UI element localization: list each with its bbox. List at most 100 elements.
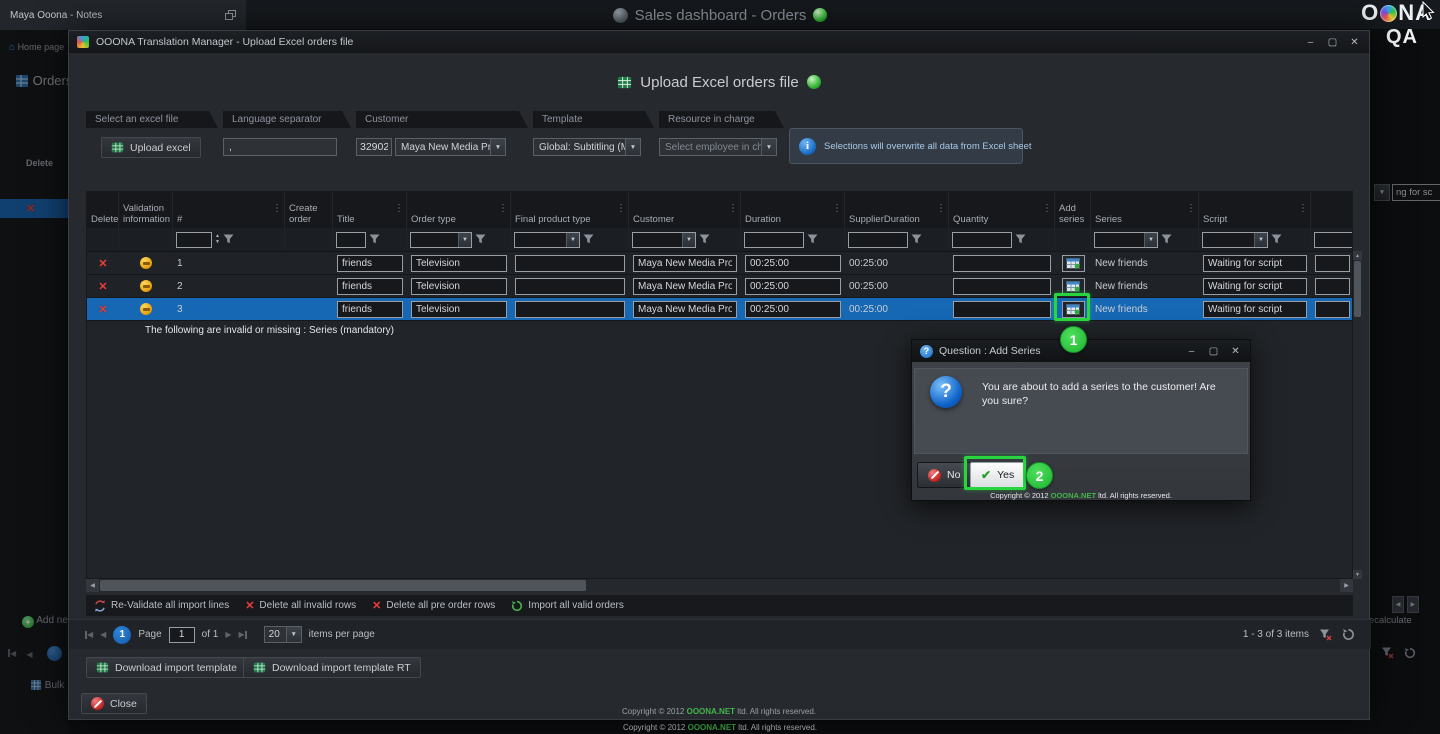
close-icon[interactable]: ✕	[1348, 37, 1361, 48]
import-valid-button[interactable]: Import all valid orders	[511, 600, 624, 612]
download-template-button[interactable]: Download import template	[86, 657, 247, 678]
delete-row-icon[interactable]: ✕	[98, 280, 107, 293]
quantity-input[interactable]	[953, 278, 1051, 295]
delete-preorder-button[interactable]: ✕ Delete all pre order rows	[372, 599, 495, 612]
column-menu-icon[interactable]: ⋮	[616, 203, 626, 215]
filter-funnel-icon[interactable]	[1271, 234, 1282, 245]
col-quantity[interactable]: Quantity⋮	[949, 192, 1055, 228]
col-duration[interactable]: Duration⋮	[741, 192, 845, 228]
customer-input[interactable]	[633, 255, 737, 272]
filter-supplier-duration-input[interactable]	[849, 233, 907, 247]
filter-order-type-input[interactable]	[411, 233, 458, 247]
delete-invalid-button[interactable]: ✕ Delete all invalid rows	[245, 599, 356, 612]
partial-input[interactable]	[1315, 255, 1350, 272]
duration-input[interactable]	[745, 278, 841, 295]
script-input[interactable]	[1203, 278, 1307, 295]
customer-dropdown[interactable]: Maya New Media Pr... ▼	[395, 138, 506, 156]
chevron-down-icon[interactable]: ▼	[566, 233, 579, 247]
add-series-button[interactable]	[1062, 278, 1085, 295]
filter-duration-input[interactable]	[745, 233, 803, 247]
chevron-down-icon[interactable]: ▼	[458, 233, 471, 247]
final-product-type-input[interactable]	[515, 278, 625, 295]
next-page-button[interactable]: ▶	[225, 630, 231, 639]
filter-number-input[interactable]	[177, 233, 211, 247]
column-menu-icon[interactable]: ⋮	[1042, 203, 1052, 215]
filter-funnel-icon[interactable]	[807, 234, 818, 245]
column-menu-icon[interactable]: ⋮	[1186, 203, 1196, 215]
chevron-down-icon[interactable]: ▼	[286, 627, 301, 642]
col-final-product-type[interactable]: Final product type⋮	[511, 192, 629, 228]
customer-input[interactable]	[633, 301, 737, 318]
first-page-button[interactable]: ◀	[85, 630, 93, 639]
table-row[interactable]: ✕ 1 00:25:00 New friends	[87, 252, 1353, 275]
scroll-up-icon[interactable]: ▲	[1353, 251, 1362, 260]
chevron-down-icon[interactable]: ▼	[761, 139, 776, 155]
column-menu-icon[interactable]: ⋮	[728, 203, 738, 215]
filter-funnel-icon[interactable]	[911, 234, 922, 245]
order-type-input[interactable]	[411, 301, 507, 318]
delete-row-icon[interactable]: ✕	[98, 303, 107, 316]
column-menu-icon[interactable]: ⋮	[272, 203, 282, 215]
template-dropdown[interactable]: Global: Subtitling (Ma... ▼	[533, 138, 641, 156]
horizontal-scrollbar[interactable]: ◀ ▶	[86, 579, 1353, 592]
scrollbar-thumb[interactable]	[1354, 261, 1361, 317]
maximize-icon[interactable]: ▢	[1326, 37, 1339, 48]
order-type-input[interactable]	[411, 278, 507, 295]
download-template-rt-button[interactable]: Download import template RT	[243, 657, 421, 678]
language-separator-input[interactable]	[223, 138, 337, 156]
page-input[interactable]	[169, 627, 195, 643]
customer-code-input[interactable]	[356, 138, 392, 156]
table-row-selected[interactable]: ✕ 3 00:25:00 New friends	[87, 298, 1353, 321]
filter-funnel-icon[interactable]	[223, 234, 234, 245]
partial-input[interactable]	[1315, 301, 1350, 318]
chevron-down-icon[interactable]: ▼	[625, 139, 640, 155]
column-menu-icon[interactable]: ⋮	[498, 203, 508, 215]
script-input[interactable]	[1203, 255, 1307, 272]
spinner-icon[interactable]: ▲▼	[215, 234, 220, 245]
close-icon[interactable]: ✕	[1229, 346, 1242, 357]
table-row[interactable]: ✕ 2 00:25:00 New friends	[87, 275, 1353, 298]
order-type-input[interactable]	[411, 255, 507, 272]
refresh-icon[interactable]	[1342, 628, 1355, 641]
final-product-type-input[interactable]	[515, 255, 625, 272]
customer-input[interactable]	[633, 278, 737, 295]
filter-funnel-icon[interactable]	[583, 234, 594, 245]
quantity-input[interactable]	[953, 301, 1051, 318]
scroll-right-icon[interactable]: ▶	[1340, 579, 1353, 592]
minimize-icon[interactable]: –	[1304, 37, 1317, 48]
brand-link[interactable]: OOONA.NET	[1051, 491, 1096, 500]
brand-link[interactable]: OOONA.NET	[688, 723, 736, 732]
col-supplier-duration[interactable]: SupplierDuration⋮	[845, 192, 949, 228]
filter-funnel-icon[interactable]	[475, 234, 486, 245]
filter-customer-input[interactable]	[633, 233, 682, 247]
current-page-badge[interactable]: 1	[113, 626, 131, 644]
minimize-icon[interactable]: –	[1185, 346, 1198, 357]
col-title[interactable]: Title⋮	[333, 192, 407, 228]
resource-dropdown[interactable]: Select employee in ch... ▼	[659, 138, 777, 156]
column-menu-icon[interactable]: ⋮	[394, 203, 404, 215]
delete-row-icon[interactable]: ✕	[98, 257, 107, 270]
title-input[interactable]	[337, 255, 403, 272]
filter-funnel-icon[interactable]	[1015, 234, 1026, 245]
filter-title-input[interactable]	[337, 233, 365, 247]
brand-link[interactable]: OOONA.NET	[687, 707, 735, 716]
maximize-icon[interactable]: ▢	[1207, 346, 1220, 357]
scroll-down-icon[interactable]: ▼	[1353, 570, 1362, 579]
last-page-button[interactable]: ▶	[239, 630, 247, 639]
prev-page-button[interactable]: ◀	[100, 630, 106, 639]
chevron-down-icon[interactable]: ▼	[682, 233, 695, 247]
filter-funnel-icon[interactable]	[1161, 234, 1172, 245]
col-customer[interactable]: Customer⋮	[629, 192, 741, 228]
col-order-type[interactable]: Order type⋮	[407, 192, 511, 228]
add-series-button[interactable]	[1062, 255, 1085, 272]
column-menu-icon[interactable]: ⋮	[832, 203, 842, 215]
chevron-down-icon[interactable]: ▼	[1144, 233, 1157, 247]
upload-excel-button[interactable]: Upload excel	[101, 137, 201, 158]
final-product-type-input[interactable]	[515, 301, 625, 318]
filter-series-input[interactable]	[1095, 233, 1144, 247]
filter-script-input[interactable]	[1203, 233, 1254, 247]
column-menu-icon[interactable]: ⋮	[1298, 203, 1308, 215]
duration-input[interactable]	[745, 255, 841, 272]
col-number[interactable]: #⋮	[173, 192, 285, 228]
chevron-down-icon[interactable]: ▼	[490, 139, 505, 155]
